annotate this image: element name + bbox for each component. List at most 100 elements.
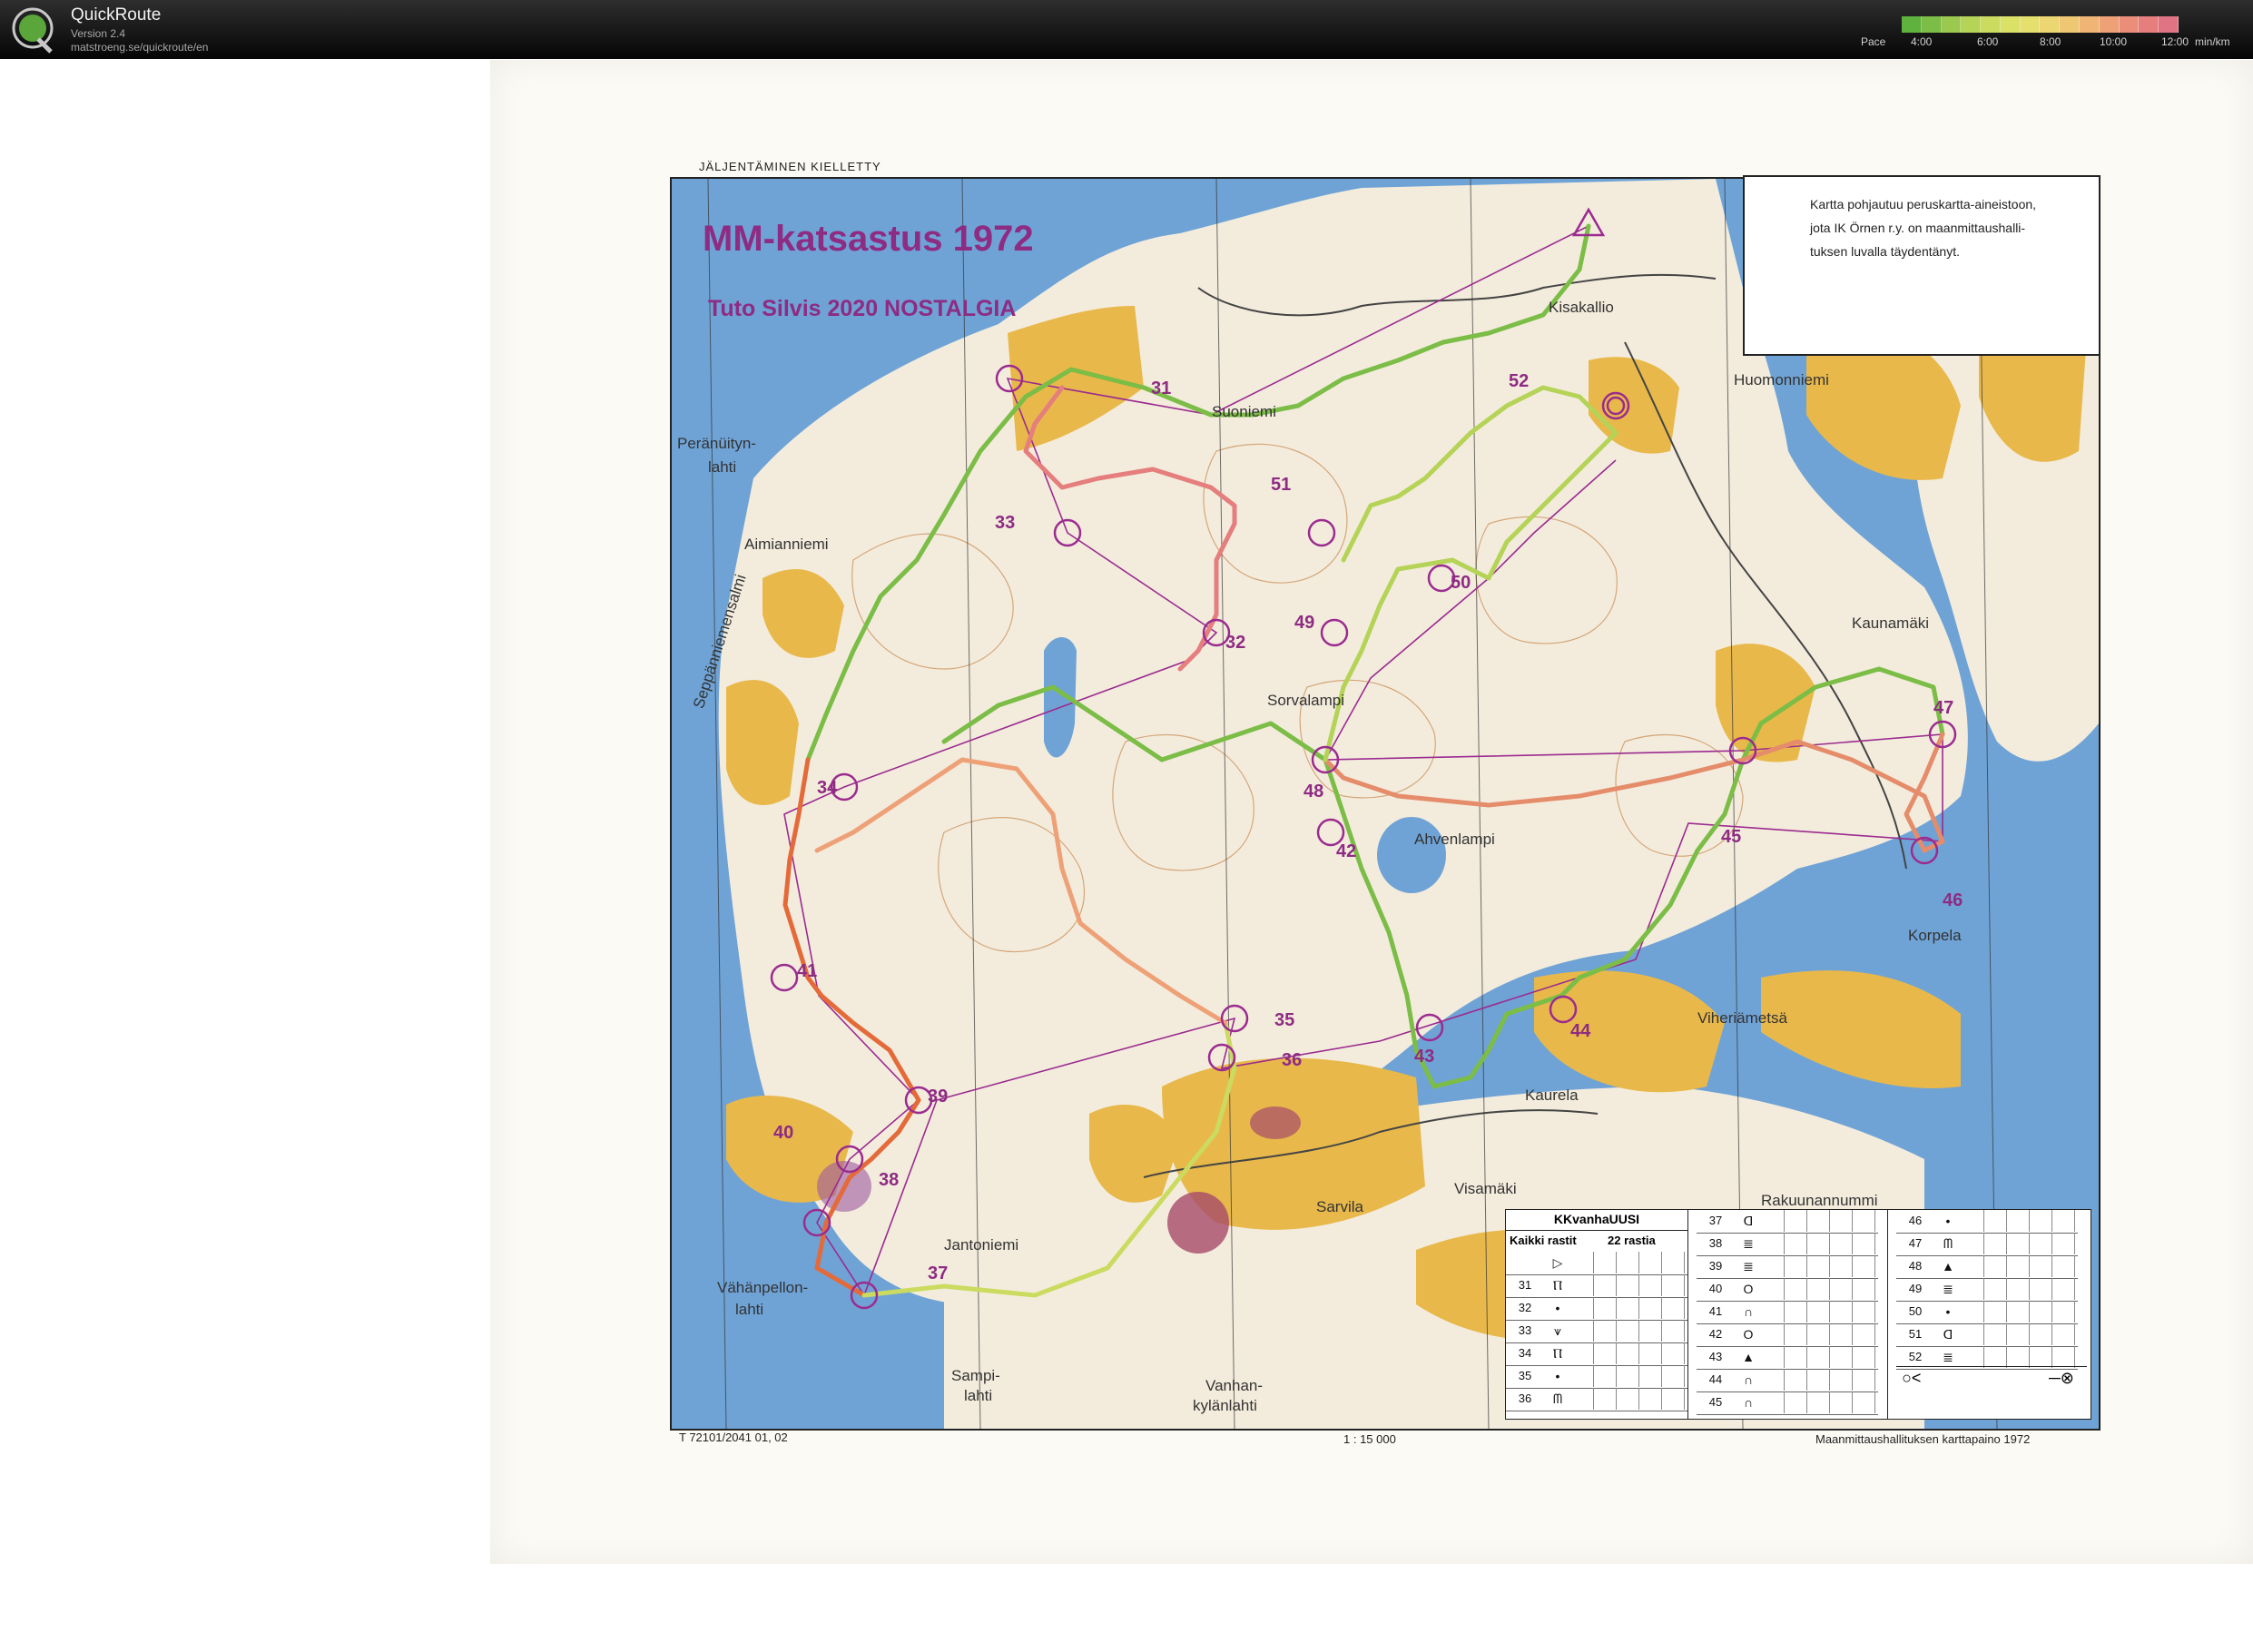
app-name: QuickRoute [71, 5, 162, 25]
control-number: 47 [1933, 698, 1954, 718]
feature-symbol-icon: ᗡ [1743, 1214, 1754, 1228]
map-title: MM-katsastus 1972 [703, 219, 1034, 259]
pace-color-swatch [1981, 16, 2001, 33]
feature-symbol-icon: Ⲡ [1552, 1278, 1563, 1293]
title-bar: QuickRoute Version 2.4 matstroeng.se/qui… [0, 0, 2253, 59]
map-footer-left: T 72101/2041 01, 02 [679, 1431, 788, 1444]
description-grid [1962, 1323, 2078, 1345]
place-name: Ahvenlampi [1414, 831, 1495, 848]
control-code: 31 [1518, 1278, 1532, 1292]
description-grid [1962, 1233, 2078, 1254]
description-row: 46 • [1896, 1210, 2078, 1234]
feature-symbol-icon: ∩ [1743, 1395, 1754, 1410]
description-row: ▷ [1506, 1252, 1687, 1275]
control-code: 42 [1708, 1327, 1723, 1341]
description-grid [1571, 1320, 1687, 1342]
description-row: 40 O [1697, 1278, 1878, 1302]
place-name: Suoniemi [1212, 403, 1276, 420]
description-grid [1962, 1278, 2078, 1300]
control-code: 46 [1908, 1214, 1923, 1227]
description-grid [1962, 1255, 2078, 1277]
description-grid [1571, 1297, 1687, 1319]
feature-symbol-icon: ∩ [1743, 1304, 1754, 1319]
pace-tick: 12:00 [2161, 35, 2189, 48]
place-name: Aimianniemi [744, 536, 829, 553]
feature-symbol-icon: Ⲡ [1552, 1346, 1563, 1361]
control-number: 42 [1336, 841, 1357, 861]
place-name: Sorvalampi [1267, 692, 1345, 709]
pace-color-swatch [1941, 16, 1962, 33]
description-row: 47 ᗰ [1896, 1233, 2078, 1256]
description-grid [1571, 1252, 1687, 1273]
quickroute-logo-icon [12, 7, 54, 54]
description-row: 36 ᗰ [1506, 1388, 1687, 1411]
pace-tick: 4:00 [1911, 35, 1933, 48]
feature-symbol-icon: ≣ [1743, 1236, 1754, 1251]
pace-legend-label: Pace [1861, 35, 1886, 48]
feature-symbol-icon: ≣ [1743, 1259, 1754, 1273]
control-code: 52 [1908, 1350, 1923, 1363]
description-grid [1571, 1365, 1687, 1387]
control-code: 39 [1708, 1259, 1723, 1273]
description-row: 35 • [1506, 1365, 1687, 1389]
control-code: 33 [1518, 1323, 1532, 1337]
info-line: Kartta pohjautuu peruskartta-aineistoon, [1810, 197, 2037, 211]
place-name: Jantoniemi [944, 1236, 1019, 1254]
place-name: Sampi- [951, 1367, 1000, 1384]
feature-symbol-icon: ▷ [1552, 1255, 1563, 1270]
pace-tick: 6:00 [1977, 35, 1999, 48]
description-grid [1571, 1388, 1687, 1410]
description-grid [1571, 1342, 1687, 1364]
description-grid [1571, 1274, 1687, 1296]
description-grid [1762, 1323, 1878, 1345]
control-number: 39 [928, 1087, 949, 1106]
description-grid [1762, 1278, 1878, 1300]
feature-symbol-icon: ▲ [1942, 1259, 1954, 1273]
place-name: kylänlahti [1193, 1397, 1257, 1414]
description-row: 51 ᗡ [1896, 1323, 2078, 1347]
feature-symbol-icon: • [1945, 1214, 1951, 1228]
feature-symbol-icon: ≣ [1943, 1350, 1953, 1364]
map-scale: 1 : 15 000 [1343, 1432, 1396, 1446]
description-grid [1962, 1346, 2078, 1368]
control-code: 37 [1708, 1214, 1723, 1227]
app-version: Version 2.4 [71, 27, 126, 40]
info-line: tuksen luvalla täydentänyt. [1810, 244, 1960, 259]
control-number: 51 [1271, 475, 1292, 495]
description-column-3: 46 • 47 ᗰ 48 ▲ 49 ≣ 50 • 51 ᗡ 52 ≣ ○< ─⊗ [1896, 1210, 2087, 1419]
place-name: Kaurela [1525, 1087, 1579, 1104]
description-grid [1762, 1301, 1878, 1323]
description-row: 38 ≣ [1697, 1233, 1878, 1256]
description-column-2: 37 ᗡ 38 ≣ 39 ≣ 40 O 41 ∩ 42 O 43 ▲ 44 ∩ 45 ∩ [1697, 1210, 1878, 1419]
pace-tick: 8:00 [2040, 35, 2061, 48]
control-number: 36 [1282, 1050, 1303, 1070]
control-code: 35 [1518, 1369, 1532, 1382]
pace-color-swatch [2000, 16, 2021, 33]
description-row: 48 ▲ [1896, 1255, 2078, 1279]
control-number: 43 [1414, 1047, 1435, 1067]
pace-unit: min/km [2195, 35, 2230, 48]
control-number: 31 [1151, 379, 1172, 398]
control-code: 50 [1908, 1304, 1923, 1318]
description-row: 32 • [1506, 1297, 1687, 1321]
description-row: 44 ∩ [1697, 1369, 1878, 1392]
description-row: 34 Ⲡ [1506, 1342, 1687, 1366]
description-row: 41 ∩ [1697, 1301, 1878, 1324]
pace-color-swatch [2139, 16, 2160, 33]
description-column-1: KKvanhaUUSI Kaikki rastit 22 rastia ▷ 31 Ⲡ… [1506, 1210, 1687, 1419]
control-code: 36 [1518, 1391, 1532, 1405]
feature-symbol-icon: • [1945, 1304, 1951, 1319]
control-code: 51 [1908, 1327, 1923, 1341]
control-code: 34 [1518, 1346, 1532, 1360]
app-url[interactable]: matstroeng.se/quickroute/en [71, 41, 208, 54]
pace-color-scale [1902, 16, 2179, 33]
feature-symbol-icon: • [1555, 1369, 1560, 1383]
feature-symbol-icon: ≣ [1943, 1282, 1953, 1296]
description-row: 42 O [1697, 1323, 1878, 1347]
place-name: Korpela [1908, 927, 1962, 944]
description-row: 33 ⩛ [1506, 1320, 1687, 1343]
control-code: 44 [1708, 1372, 1723, 1386]
description-grid [1762, 1255, 1878, 1277]
pace-color-swatch [2020, 16, 2041, 33]
info-line: jota IK Örnen r.y. on maanmittaushalli- [1810, 221, 2026, 235]
